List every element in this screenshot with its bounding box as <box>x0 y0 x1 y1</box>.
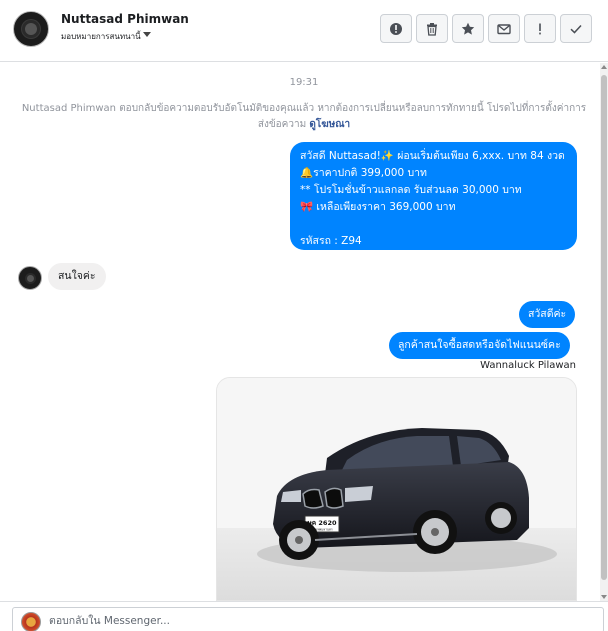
outgoing-message-bubble: ลูกค้าสนใจซื้อสดหรือจัดไฟแนนซ์คะ <box>389 332 570 359</box>
view-ad-link[interactable]: ดูโฆษณา <box>309 119 350 130</box>
message-thread: 19:31 Nuttasad Phimwan ตอบกลับข้อความตอบ… <box>0 63 608 601</box>
car-image: ษค 2620 กรุงเทพมหานคร <box>217 378 576 600</box>
outgoing-message-bubble: สวัสดีค่ะ <box>519 301 576 328</box>
star-icon <box>461 22 475 35</box>
car-code: รหัสรถ : Z94 <box>300 235 362 247</box>
promo-line: สวัสดี Nuttasad!✨ ผ่อนเริ่มต้นเพียง 6,xx… <box>300 150 565 162</box>
message-composer <box>0 601 608 631</box>
checkmark-icon <box>570 24 582 34</box>
scroll-up-icon[interactable] <box>601 65 607 69</box>
alert-circle-icon <box>390 22 402 35</box>
trash-icon <box>427 22 437 36</box>
chat-scrollbar[interactable] <box>600 63 608 601</box>
mark-unread-button[interactable] <box>488 14 520 43</box>
auto-reply-notice: Nuttasad Phimwan ตอบกลับข้อความตอบรับอัต… <box>18 101 590 133</box>
message-timestamp: 19:31 <box>289 77 319 88</box>
promo-line: 🔔ราคาปกติ 399,000 บาท <box>300 167 427 179</box>
contact-name[interactable]: Nuttasad Phimwan <box>61 12 189 26</box>
assign-conversation-label[interactable]: มอบหมายการสนทนานี้ <box>61 30 141 43</box>
scroll-thumb[interactable] <box>601 75 607 580</box>
car-photo-attachment[interactable]: ษค 2620 กรุงเทพมหานคร <box>216 377 577 601</box>
conversation-header: Nuttasad Phimwan มอบหมายการสนทนานี้ <box>0 0 608 62</box>
promo-line: ** โปรโมชั่นข้าวแลกลด รับส่วนลด 30,000 บ… <box>300 184 522 196</box>
sender-name: Wannaluck Pilawan <box>480 360 576 371</box>
promo-message-bubble: สวัสดี Nuttasad!✨ ผ่อนเริ่มต้นเพียง 6,xx… <box>290 142 577 250</box>
chevron-down-icon[interactable] <box>143 32 151 37</box>
follow-up-button[interactable] <box>524 14 556 43</box>
promo-line: 🎀 เหลือเพียงราคา 369,000 บาท <box>300 201 456 213</box>
mark-done-button[interactable] <box>560 14 592 43</box>
incoming-message-bubble: สนใจค่ะ <box>48 263 106 290</box>
contact-avatar-small <box>18 266 42 290</box>
contact-avatar[interactable] <box>13 11 49 47</box>
page-avatar <box>21 612 41 631</box>
auto-reply-notice-text: Nuttasad Phimwan ตอบกลับข้อความตอบรับอัต… <box>21 103 587 130</box>
scroll-down-icon[interactable] <box>601 595 607 599</box>
reply-box[interactable] <box>12 607 604 631</box>
messenger-reply-input[interactable] <box>49 611 589 631</box>
mail-icon <box>497 23 511 34</box>
delete-button[interactable] <box>416 14 448 43</box>
mark-spam-button[interactable] <box>380 14 412 43</box>
star-button[interactable] <box>452 14 484 43</box>
exclamation-icon <box>539 23 541 34</box>
